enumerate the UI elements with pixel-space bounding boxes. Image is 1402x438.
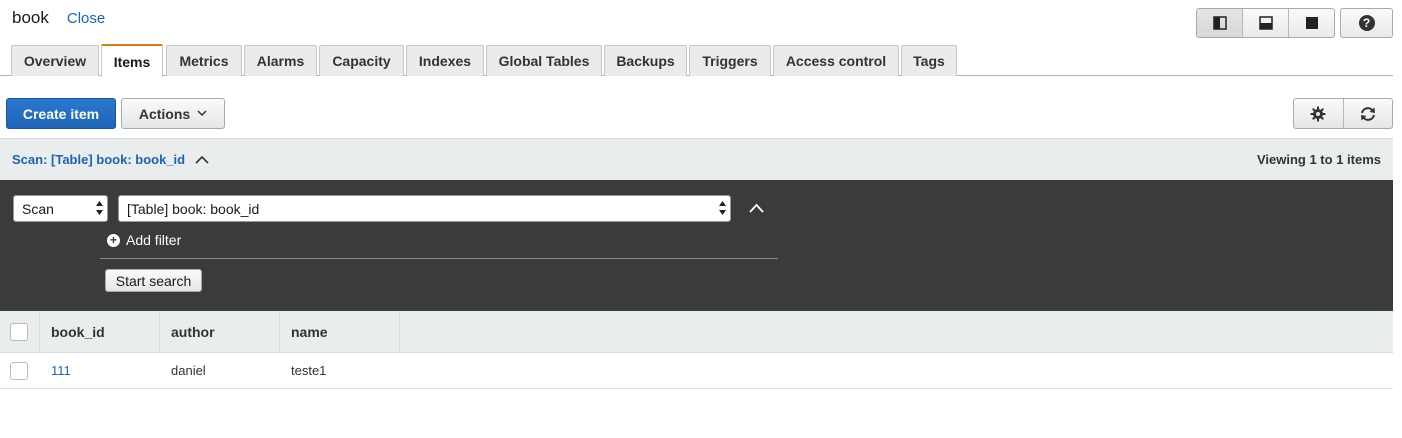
tab-backups[interactable]: Backups <box>604 45 687 76</box>
split-horizontal-button[interactable] <box>1243 9 1289 37</box>
chevron-down-icon <box>197 110 207 117</box>
panel-collapse-toggle[interactable] <box>749 203 764 213</box>
cell-book-id[interactable]: 111 <box>40 353 160 388</box>
select-all-checkbox[interactable] <box>10 322 28 341</box>
chevron-up-icon <box>749 203 764 213</box>
row-checkbox[interactable] <box>10 361 28 380</box>
tab-access-control[interactable]: Access control <box>773 45 899 76</box>
target-select[interactable]: [Table] book: book_id <box>118 195 731 222</box>
tab-metrics[interactable]: Metrics <box>166 45 242 76</box>
viewing-count: Viewing 1 to 1 items <box>1256 152 1381 167</box>
tab-capacity[interactable]: Capacity <box>319 45 404 76</box>
actions-dropdown[interactable]: Actions <box>121 98 225 129</box>
chevron-up-icon <box>195 155 209 164</box>
split-horizontal-icon <box>1258 16 1273 30</box>
page-title: book <box>12 8 49 27</box>
help-icon: ? <box>1358 15 1375 31</box>
tab-tags[interactable]: Tags <box>901 45 957 76</box>
view-toggle-group <box>1196 8 1335 38</box>
actions-label: Actions <box>138 105 191 122</box>
cell-name: teste1 <box>291 363 327 378</box>
scan-header: Scan: [Table] book: book_id Viewing 1 to… <box>0 138 1393 180</box>
tab-indexes[interactable]: Indexes <box>406 45 484 76</box>
table-row[interactable]: 111 daniel teste1 <box>0 353 1393 389</box>
tab-triggers[interactable]: Triggers <box>689 45 771 76</box>
tab-global-tables[interactable]: Global Tables <box>486 45 602 76</box>
plus-circle-icon: + <box>107 233 120 247</box>
fullscreen-button[interactable] <box>1289 9 1334 37</box>
gear-icon <box>1310 106 1326 121</box>
target-select-value: [Table] book: book_id <box>127 200 260 217</box>
mode-select-value: Scan <box>22 200 54 217</box>
tab-alarms[interactable]: Alarms <box>244 45 317 76</box>
title-row: book Close <box>12 8 105 32</box>
column-header-name[interactable]: name <box>280 311 400 352</box>
row-select-cell <box>0 353 40 388</box>
table-settings-group <box>1293 98 1393 129</box>
mode-select[interactable]: Scan <box>13 195 108 222</box>
refresh-button[interactable] <box>1344 99 1393 128</box>
start-search-button[interactable]: Start search <box>105 269 202 292</box>
refresh-icon <box>1360 106 1375 121</box>
select-arrows-icon <box>719 201 726 215</box>
scan-collapse-toggle[interactable] <box>195 155 209 164</box>
tab-bar: Overview Items Metrics Alarms Capacity I… <box>0 44 1393 77</box>
create-item-button[interactable]: Create item <box>6 98 116 129</box>
fullscreen-icon <box>1305 17 1318 29</box>
column-header-book-id[interactable]: book_id <box>40 311 160 352</box>
settings-button[interactable] <box>1294 99 1344 128</box>
split-vertical-button[interactable] <box>1197 9 1243 37</box>
split-vertical-icon <box>1212 16 1227 30</box>
table-header: book_id author name <box>0 311 1393 353</box>
tab-overview[interactable]: Overview <box>11 45 99 76</box>
tab-items[interactable]: Items <box>101 44 163 77</box>
scan-title[interactable]: Scan: [Table] book: book_id <box>12 152 185 167</box>
add-filter-link[interactable]: + Add filter <box>107 232 181 248</box>
cell-author: daniel <box>171 363 206 378</box>
column-header-author[interactable]: author <box>160 311 280 352</box>
panel-divider <box>100 258 778 259</box>
select-all-cell <box>0 311 40 352</box>
close-link[interactable]: Close <box>67 10 105 27</box>
select-arrows-icon <box>96 201 103 215</box>
add-filter-label: Add filter <box>126 232 182 248</box>
help-button[interactable]: ? <box>1340 8 1393 38</box>
